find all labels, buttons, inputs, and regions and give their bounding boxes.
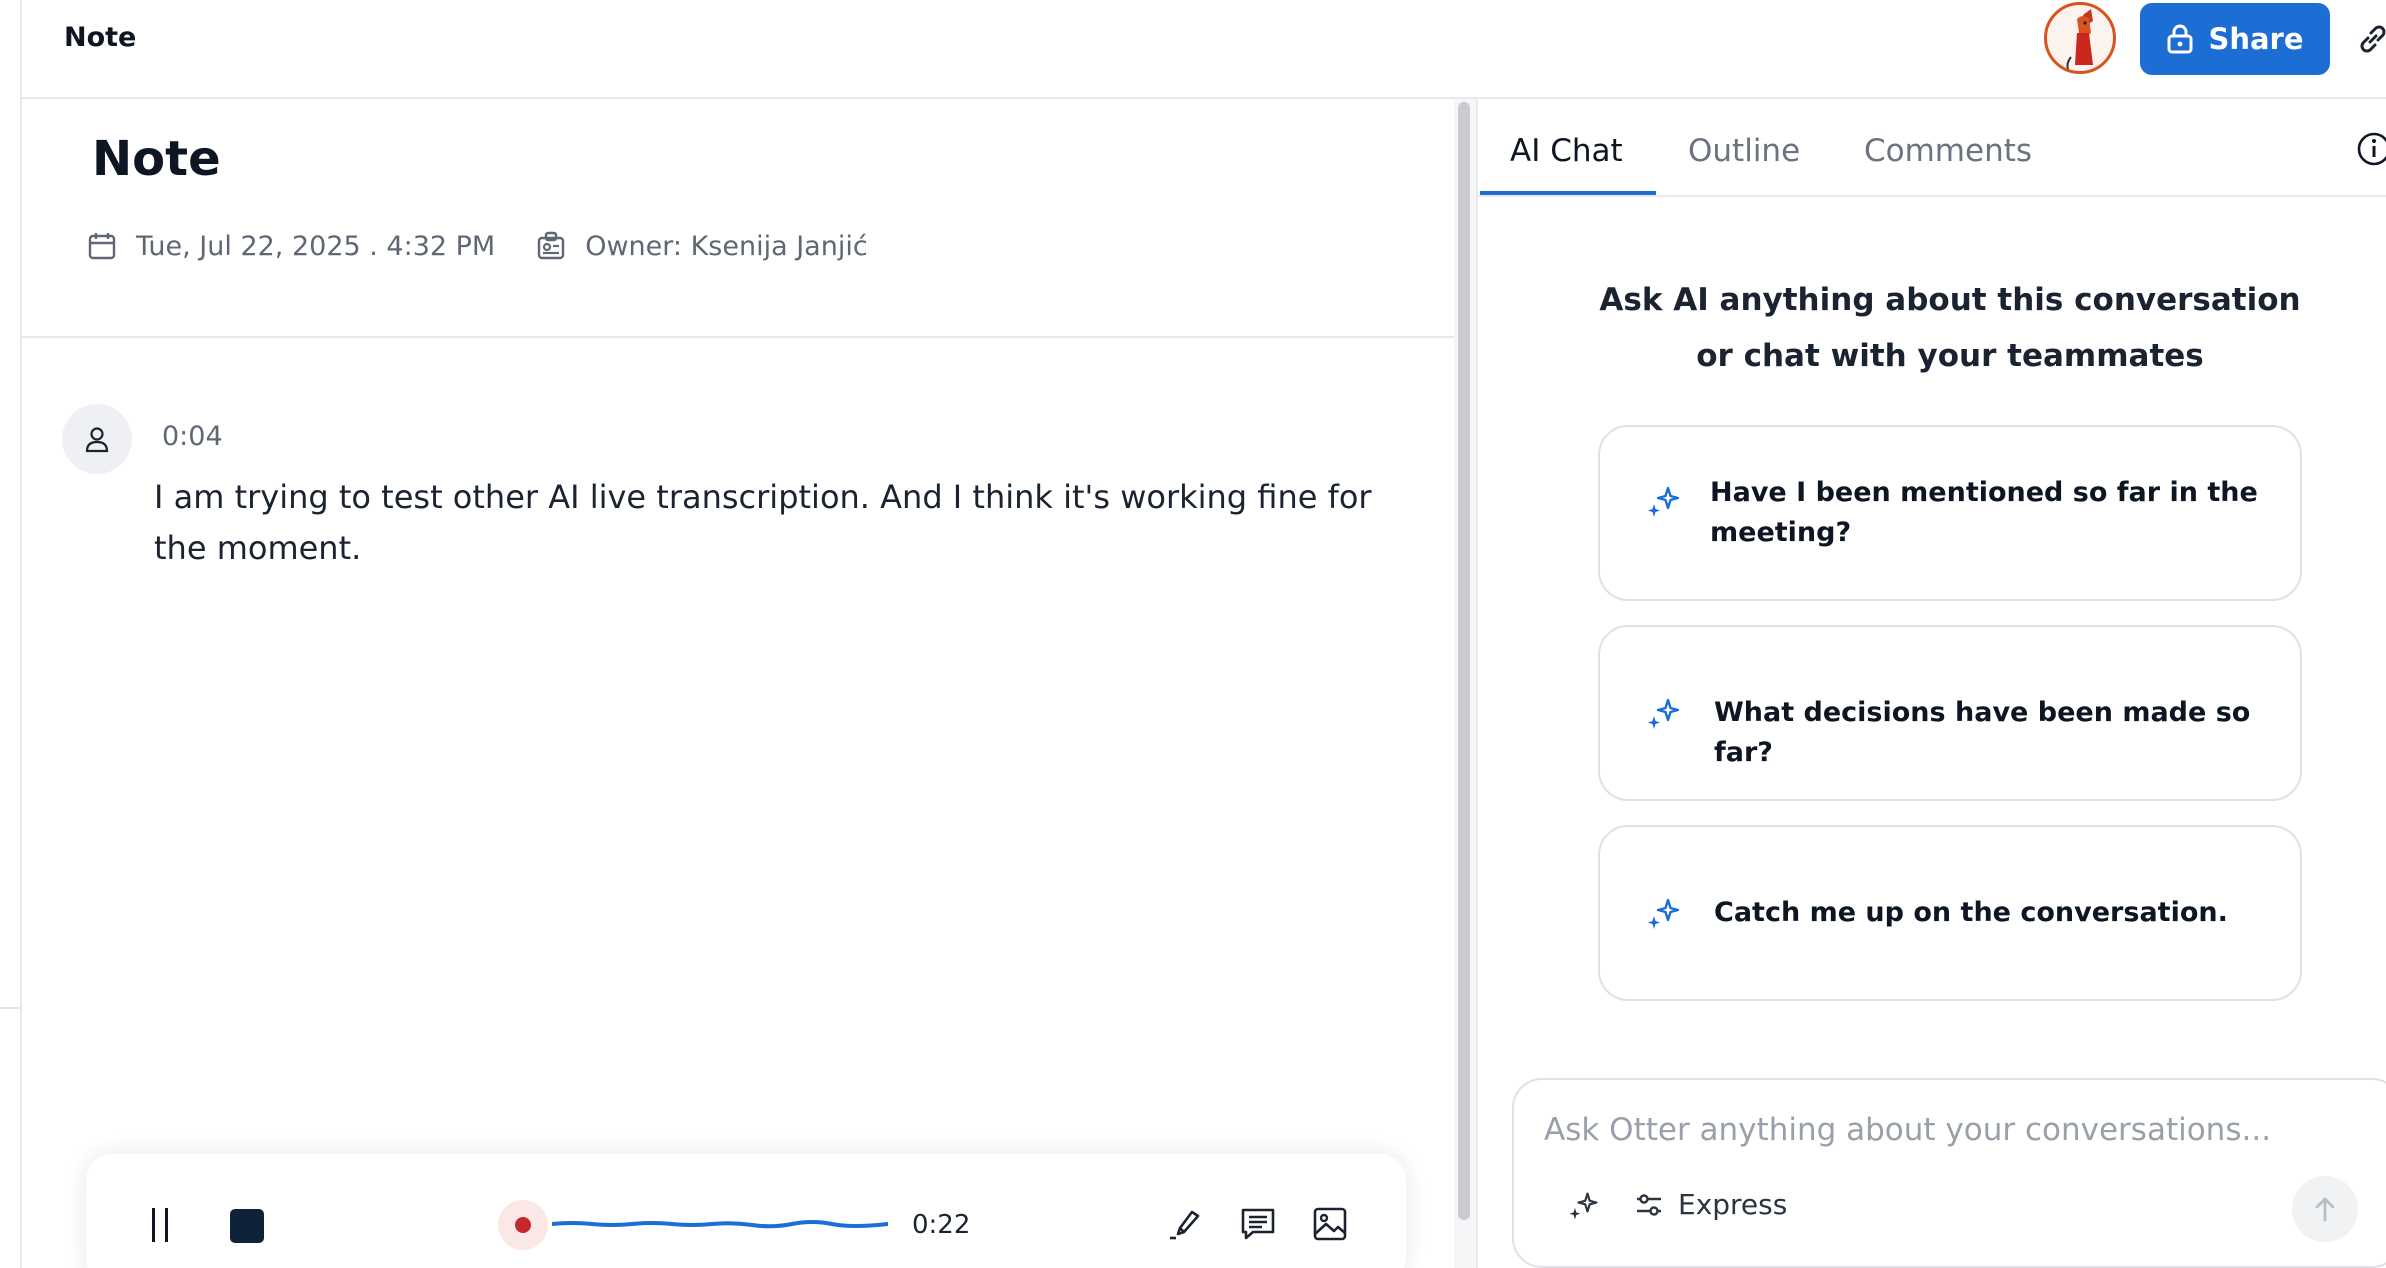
transcript-scrollbar-thumb[interactable]: [1458, 102, 1470, 1220]
recording-controls: 0:22: [86, 1154, 1406, 1268]
left-sidebar-edge: [0, 0, 22, 1268]
topbar-title: Note: [64, 22, 137, 53]
sparkle-icon[interactable]: [1566, 1190, 1600, 1224]
note-meta: Tue, Jul 22, 2025 . 4:32 PM Owner: Kseni…: [86, 230, 868, 262]
recording-elapsed-time: 0:22: [912, 1210, 971, 1240]
ai-chat-heading-line2: or chat with your teammates: [1696, 338, 2204, 374]
audio-waveform: [552, 1220, 888, 1229]
sparkle-icon: [1648, 898, 1680, 929]
calendar-icon: [88, 233, 116, 260]
chat-input[interactable]: [1544, 1108, 2364, 1152]
tab-ai-chat[interactable]: AI Chat: [1510, 133, 1623, 169]
suggestion-text: Have I been mentioned so far in the meet…: [1710, 477, 2258, 548]
copy-link-icon[interactable]: [2354, 20, 2386, 58]
note-title[interactable]: Note: [92, 131, 221, 187]
note-date: Tue, Jul 22, 2025 . 4:32 PM: [136, 230, 496, 262]
person-icon: [85, 427, 109, 453]
speaker-avatar[interactable]: [62, 404, 132, 474]
comment-icon[interactable]: [1238, 1204, 1278, 1244]
highlight-icon[interactable]: [1166, 1204, 1206, 1244]
top-bar: Note Share: [22, 0, 2386, 99]
sliders-icon: [1637, 1193, 1661, 1216]
pause-button[interactable]: [140, 1208, 180, 1248]
chat-input-box: Express: [1512, 1078, 2386, 1268]
tab-outline[interactable]: Outline: [1688, 133, 1800, 169]
tab-comments[interactable]: Comments: [1864, 133, 2032, 169]
avatar-fox-icon: [2066, 9, 2093, 71]
info-icon[interactable]: [2354, 129, 2386, 169]
express-mode-button[interactable]: Express: [1634, 1188, 1787, 1221]
user-avatar[interactable]: [2044, 2, 2116, 74]
sparkle-icon: [1648, 698, 1680, 729]
ai-chat-heading: Ask AI anything about this conversation …: [1478, 272, 2386, 384]
suggestion-card[interactable]: What decisions have been made so far?: [1598, 625, 2302, 801]
share-button[interactable]: Share: [2140, 3, 2330, 75]
active-tab-indicator: [1480, 191, 1656, 195]
send-button[interactable]: [2292, 1176, 2358, 1242]
suggestion-card[interactable]: Catch me up on the conversation.: [1598, 825, 2302, 1001]
suggestion-text: Catch me up on the conversation.: [1714, 897, 2228, 928]
note-header: Note Tue, Jul 22, 2025 . 4:32 PM Owner: …: [22, 99, 1454, 338]
ai-chat-heading-line1: Ask AI anything about this conversation: [1599, 282, 2301, 318]
suggestion-card[interactable]: Have I been mentioned so far in the meet…: [1598, 425, 2302, 601]
image-icon[interactable]: [1310, 1204, 1350, 1244]
owner-badge-icon: [538, 231, 565, 260]
suggestion-text: What decisions have been made so far?: [1714, 697, 2251, 768]
lock-icon: [2167, 24, 2193, 54]
sparkle-icon: [1648, 486, 1680, 517]
transcript-timestamp[interactable]: 0:04: [162, 421, 223, 452]
note-owner[interactable]: Owner: Ksenija Janjić: [585, 231, 867, 262]
arrow-up-icon: [2315, 1197, 2335, 1222]
share-button-label: Share: [2208, 22, 2304, 56]
express-label: Express: [1678, 1188, 1788, 1221]
recording-indicator: [498, 1200, 548, 1250]
sidebar-divider: [0, 1007, 22, 1009]
transcript-text[interactable]: I am trying to test other AI live transc…: [154, 472, 1414, 574]
stop-button[interactable]: [230, 1209, 264, 1243]
right-panel-tabs: AI Chat Outline Comments: [1478, 99, 2386, 197]
